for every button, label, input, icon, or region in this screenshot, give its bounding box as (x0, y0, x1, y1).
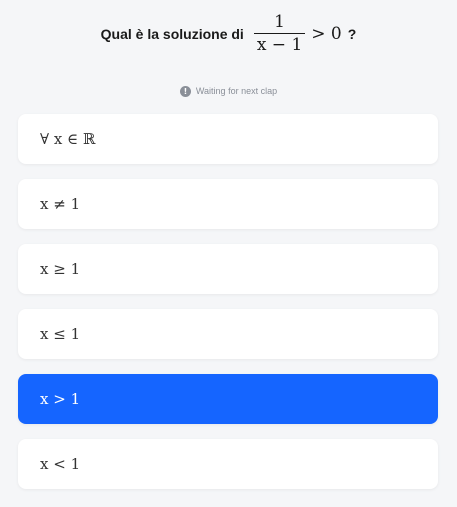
answer-option-for-all-x[interactable]: ∀ x ∈ ℝ (18, 114, 438, 164)
answer-option-x-greater-1[interactable]: x > 1 (18, 374, 438, 424)
status-text: Waiting for next clap (195, 86, 278, 96)
question-relation: > 0 (311, 24, 342, 44)
question-fraction: 1 x − 1 (253, 12, 306, 56)
fraction-denominator: x − 1 (256, 35, 303, 55)
answer-option-x-greater-equal-1[interactable]: x ≥ 1 (18, 244, 438, 294)
info-icon: ! (179, 85, 191, 97)
option-label: x ≤ 1 (40, 325, 81, 343)
option-label: x ≠ 1 (40, 195, 81, 213)
answer-option-x-less-1[interactable]: x < 1 (18, 439, 438, 489)
answer-option-x-less-equal-1[interactable]: x ≤ 1 (18, 309, 438, 359)
question-mark: ? (347, 26, 357, 42)
option-label: x > 1 (40, 390, 81, 408)
option-label: ∀ x ∈ ℝ (40, 130, 96, 148)
answer-option-x-not-equal-1[interactable]: x ≠ 1 (18, 179, 438, 229)
question-header: Qual è la soluzione di 1 x − 1 > 0 ? (0, 6, 457, 62)
question-text: Qual è la soluzione di (100, 26, 244, 42)
status-message: ! Waiting for next clap (0, 84, 457, 98)
fraction-numerator: 1 (274, 12, 285, 32)
option-label: x < 1 (40, 455, 81, 473)
option-label: x ≥ 1 (40, 260, 81, 278)
